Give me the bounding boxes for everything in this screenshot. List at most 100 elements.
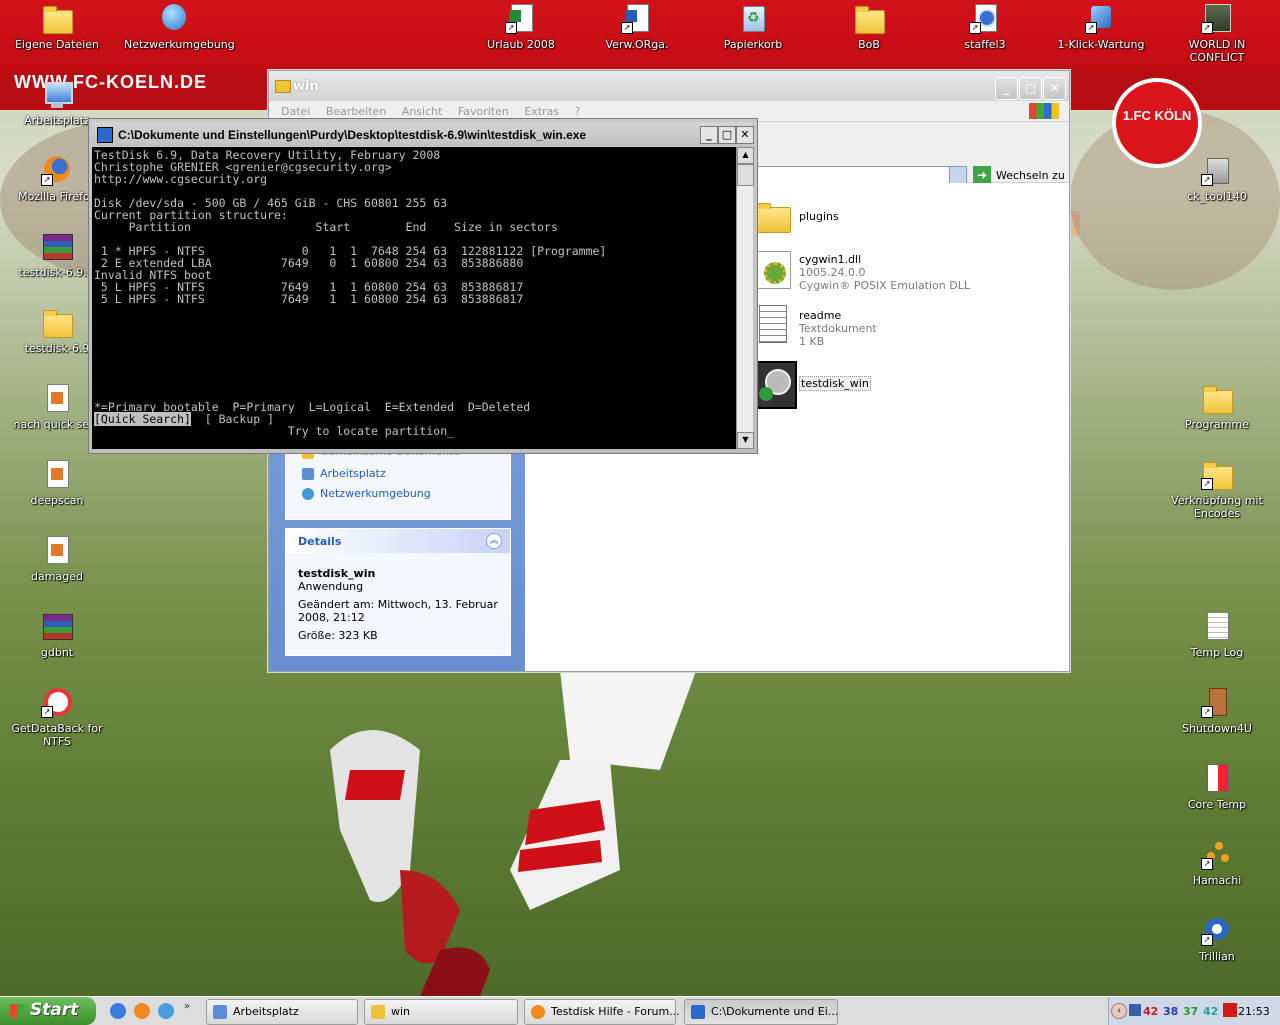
desktop-icon-gdbnt[interactable]: gdbnt xyxy=(7,610,107,659)
desktop-icon-eigene-dateien[interactable]: Eigene Dateien xyxy=(7,2,107,51)
desktop-icon-label: Verw.ORga. xyxy=(605,38,669,51)
menu-bearbeiten[interactable]: Bearbeiten xyxy=(326,105,386,118)
file-name: readme xyxy=(799,309,842,322)
console-screen[interactable]: TestDisk 6.9, Data Recovery Utility, Feb… xyxy=(92,147,736,449)
close-button[interactable]: ✕ xyxy=(1043,77,1066,100)
desktop-icon-urlaub-2008[interactable]: ↗ Urlaub 2008 xyxy=(471,2,571,51)
desktop-icon-shutdown4u[interactable]: ↗ Shutdown4U xyxy=(1167,686,1267,735)
desktop-icon-ck-tool140[interactable]: ↗ ck_tool140 xyxy=(1167,154,1267,203)
details-name: testdisk_win xyxy=(298,567,376,580)
image-doc-icon xyxy=(41,382,73,414)
desktop-icon-papierkorb[interactable]: ♻ Papierkorb xyxy=(703,2,803,51)
details-size: Größe: 323 KB xyxy=(298,629,378,642)
network-icon xyxy=(158,2,190,34)
desktop-icon-hamachi[interactable]: ↗ Hamachi xyxy=(1167,838,1267,887)
maximize-button[interactable]: □ xyxy=(718,126,736,144)
desktop-icon-damaged[interactable]: damaged xyxy=(7,534,107,583)
desktop-icon-world-in-conflict[interactable]: ↗ WORLD IN CONFLICT xyxy=(1167,2,1267,64)
desktop-icon-bob[interactable]: BoB xyxy=(819,2,919,51)
quicklaunch-more-icon[interactable]: » xyxy=(184,1001,190,1012)
tray-temp-2[interactable]: 38 xyxy=(1163,1005,1178,1018)
task-console[interactable]: C:\Dokumente und Ei... xyxy=(684,999,838,1025)
file-item-plugins[interactable]: plugins xyxy=(755,195,1055,235)
scroll-up-button[interactable]: ▲ xyxy=(737,147,754,164)
task-firefox-forum[interactable]: Testdisk Hilfe - Forum... xyxy=(524,999,680,1025)
desktop-icon-label: Urlaub 2008 xyxy=(487,38,555,51)
quick-search-option[interactable]: [Quick Search] xyxy=(94,412,191,426)
console-scrollbar[interactable]: ▲ ▼ xyxy=(736,147,754,449)
menu-help[interactable]: ? xyxy=(575,105,581,118)
file-item-testdisk-win[interactable]: testdisk_win xyxy=(755,361,1055,409)
file-item-readme[interactable]: readme Textdokument 1 KB xyxy=(755,303,1055,351)
desktop-icon-getdataback[interactable]: ↗ GetDataBack for NTFS xyxy=(7,686,107,748)
task-label: win xyxy=(391,1005,411,1018)
explorer-titlebar[interactable]: win _ □ ✕ xyxy=(269,71,1069,101)
tool-icon: ↗ xyxy=(1201,154,1233,186)
task-win[interactable]: win xyxy=(364,999,518,1025)
quicklaunch-ie-icon[interactable] xyxy=(110,1003,126,1019)
lifebuoy-icon: ↗ xyxy=(41,686,73,718)
tray-network-icon[interactable] xyxy=(1129,1004,1141,1016)
minimize-button[interactable]: _ xyxy=(995,77,1018,100)
desktop-icon-verw-orga[interactable]: ↗ Verw.ORga. xyxy=(587,2,687,51)
task-label: Arbeitsplatz xyxy=(233,1005,299,1018)
desktop-icon-core-temp[interactable]: Core Temp xyxy=(1167,762,1267,811)
tray-expand-icon[interactable]: ‹ xyxy=(1111,1003,1127,1019)
places-link-netzwerkumgebung[interactable]: Netzwerkumgebung xyxy=(320,487,431,500)
menu-favoriten[interactable]: Favoriten xyxy=(458,105,509,118)
quicklaunch-messenger-icon[interactable] xyxy=(158,1003,174,1019)
tray-acrobat-icon[interactable] xyxy=(1223,1003,1237,1017)
backup-option[interactable]: [ Backup ] xyxy=(191,412,274,426)
folder-docs-icon xyxy=(41,2,73,34)
maximize-button[interactable]: □ xyxy=(1019,77,1042,100)
desktop-icon-programme[interactable]: Programme xyxy=(1167,382,1267,431)
start-button[interactable]: Start xyxy=(0,997,96,1025)
console-app-icon xyxy=(691,1005,705,1019)
text-doc-icon xyxy=(1201,610,1233,642)
computer-icon xyxy=(302,468,314,480)
desktop-icon-staffel3[interactable]: ↗ staffel3 xyxy=(935,2,1035,51)
file-item-cygwin[interactable]: cygwin1.dll 1005.24.0.0 Cygwin® POSIX Em… xyxy=(755,247,1055,295)
details-header[interactable]: Details ︽ xyxy=(286,529,510,553)
desktop-icon-label: damaged xyxy=(31,570,83,583)
folder-icon xyxy=(755,199,791,233)
tray-temp-3[interactable]: 37 xyxy=(1183,1005,1198,1018)
desktop-icon-label: Netzwerkumgebung xyxy=(124,38,235,51)
desktop-icon-label: gdbnt xyxy=(40,646,74,659)
desktop-icon-deepscan[interactable]: deepscan xyxy=(7,458,107,507)
desktop-icon-temp-log[interactable]: Temp Log xyxy=(1167,610,1267,659)
folder-icon xyxy=(41,306,73,338)
desktop-icon-1-klick-wartung[interactable]: ↗ 1-Klick-Wartung xyxy=(1051,2,1151,51)
menu-ansicht[interactable]: Ansicht xyxy=(402,105,443,118)
task-arbeitsplatz[interactable]: Arbeitsplatz xyxy=(206,999,358,1025)
quicklaunch-firefox-icon[interactable] xyxy=(134,1003,150,1019)
console-titlebar[interactable]: C:\Dokumente und Einstellungen\Purdy\Des… xyxy=(92,122,754,146)
tool-icon: ↗ xyxy=(1085,2,1117,34)
desktop-icon-netzwerkumgebung[interactable]: Netzwerkumgebung xyxy=(124,2,235,51)
minimize-button[interactable]: _ xyxy=(700,126,718,144)
details-title: Details xyxy=(298,535,342,548)
windows-logo-icon xyxy=(1029,103,1059,119)
word-icon: ↗ xyxy=(621,2,653,34)
desktop-icon-encodes[interactable]: ↗ Verknüpfung mit Encodes xyxy=(1167,458,1267,520)
close-button[interactable]: ✕ xyxy=(736,126,754,144)
menu-datei[interactable]: Datei xyxy=(281,105,310,118)
desktop-icon-label: deepscan xyxy=(30,494,84,507)
winrar-icon xyxy=(41,230,73,262)
chevron-up-icon[interactable]: ︽ xyxy=(486,533,502,549)
places-link-arbeitsplatz[interactable]: Arbeitsplatz xyxy=(320,467,386,480)
go-button[interactable]: Wechseln zu xyxy=(996,169,1065,182)
text-doc-icon xyxy=(759,305,787,343)
desktop-icon-label: GetDataBack for NTFS xyxy=(11,722,103,748)
image-doc-icon xyxy=(41,534,73,566)
desktop-icon-trillian[interactable]: ↗ Trillian xyxy=(1167,914,1267,963)
scroll-down-button[interactable]: ▼ xyxy=(737,432,754,449)
excel-icon: ↗ xyxy=(505,2,537,34)
folder-icon xyxy=(1201,382,1233,414)
menu-extras[interactable]: Extras xyxy=(524,105,559,118)
tray-temp-1[interactable]: 42 xyxy=(1143,1005,1158,1018)
scroll-thumb[interactable] xyxy=(737,164,754,186)
tray-temp-4[interactable]: 42 xyxy=(1203,1005,1218,1018)
go-arrow-icon[interactable]: ➜ xyxy=(973,166,991,184)
game-icon: ↗ xyxy=(1201,2,1233,34)
